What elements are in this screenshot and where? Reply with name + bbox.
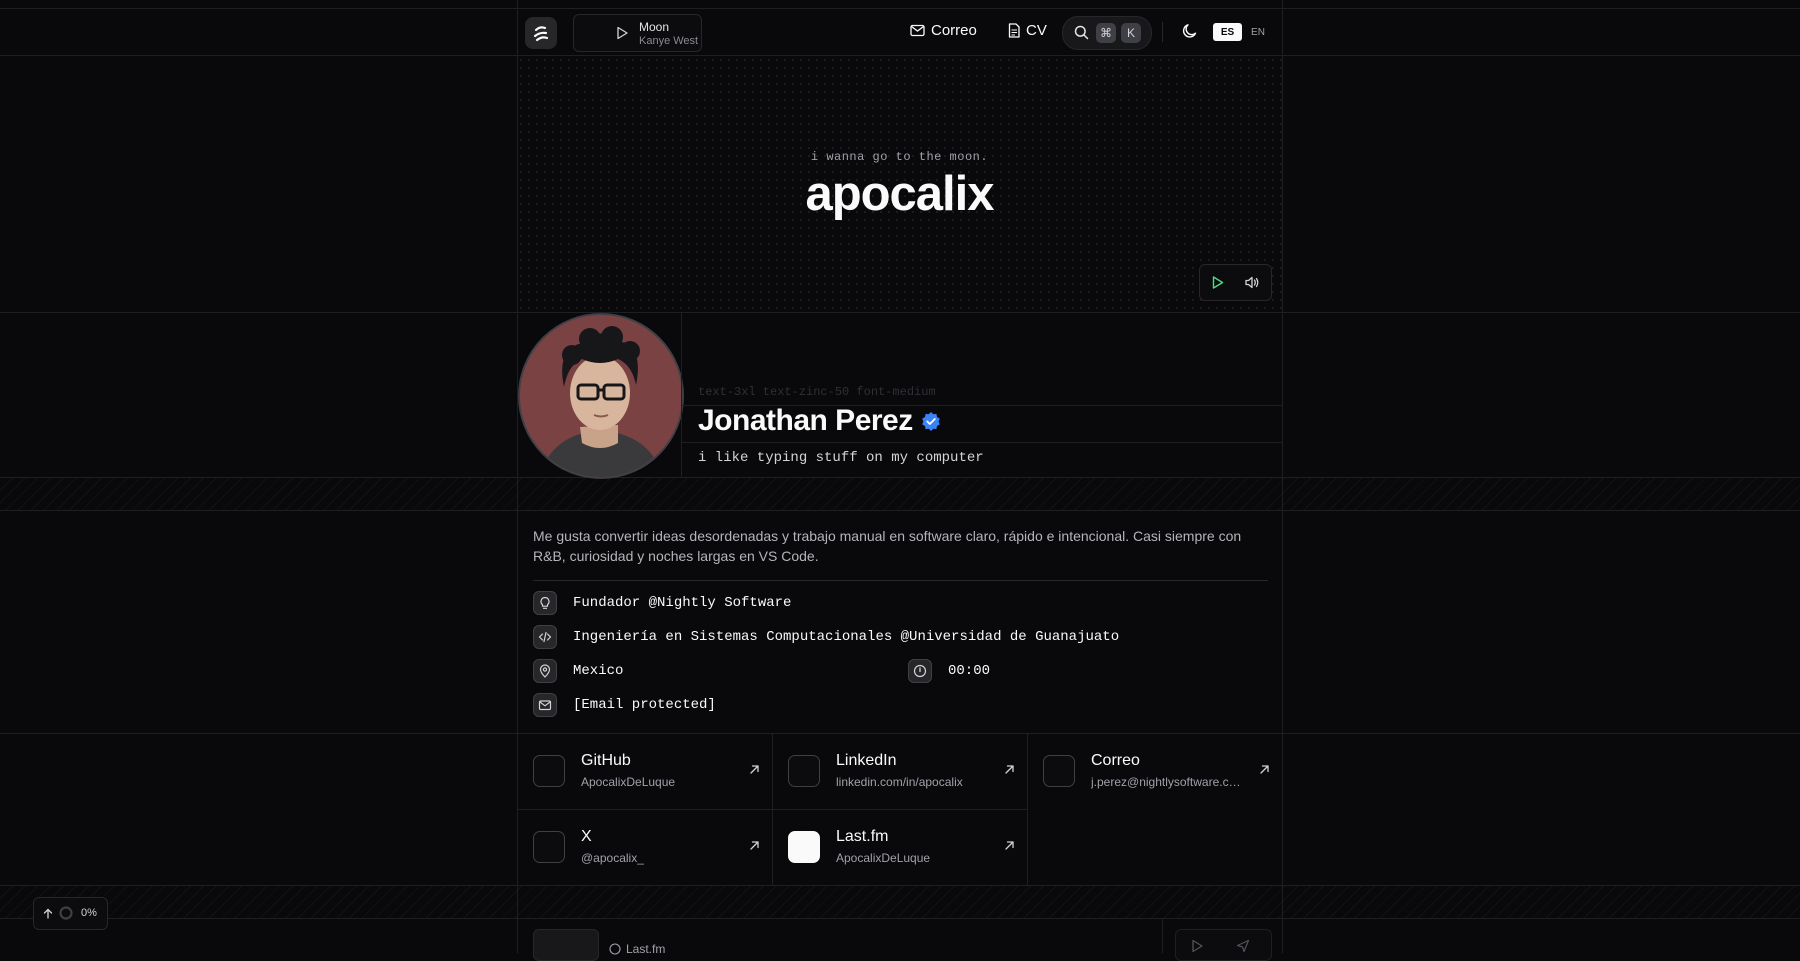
profile-avatar bbox=[518, 313, 684, 479]
profile-name: Jonathan Perez bbox=[698, 404, 913, 437]
social-subtitle: @apocalix_ bbox=[581, 851, 644, 865]
progress-ring-icon bbox=[59, 906, 73, 920]
avatar-illustration bbox=[520, 315, 682, 477]
github-icon bbox=[533, 755, 565, 787]
lastfm-icon bbox=[788, 831, 820, 863]
class-hint: text-3xl text-zinc-50 font-medium bbox=[698, 385, 936, 399]
profile-name-row: Jonathan Perez bbox=[698, 404, 941, 438]
code-icon bbox=[538, 631, 552, 643]
social-title: Correo bbox=[1091, 752, 1140, 769]
profile-short-bio: i like typing stuff on my computer bbox=[698, 450, 984, 466]
nav-cv-label: CV bbox=[1026, 22, 1047, 39]
hero-title: apocalix bbox=[805, 167, 994, 221]
lastfm-album-thumb bbox=[533, 929, 599, 961]
social-title: Last.fm bbox=[836, 828, 889, 845]
lastfm-label-text: Last.fm bbox=[626, 942, 666, 956]
footer-top-rule bbox=[0, 918, 1800, 919]
x-icon bbox=[533, 831, 565, 863]
play-icon[interactable] bbox=[1190, 939, 1204, 953]
social-subtitle: linkedin.com/in/apocalix bbox=[836, 775, 963, 789]
info-education-text: Ingeniería en Sistemas Computacionales @… bbox=[573, 629, 1120, 645]
mail-icon bbox=[1043, 755, 1075, 787]
arrow-up-right-icon bbox=[750, 765, 759, 774]
nav-mail-label: Correo bbox=[931, 22, 977, 39]
social-title: X bbox=[581, 828, 592, 845]
about-paragraph: Me gusta convertir ideas desordenadas y … bbox=[533, 528, 1242, 564]
footer-media-controls bbox=[1175, 929, 1272, 961]
social-title: LinkedIn bbox=[836, 752, 897, 769]
social-title: GitHub bbox=[581, 752, 631, 769]
now-playing-track: Moon bbox=[639, 20, 670, 34]
profile-divider bbox=[681, 312, 682, 477]
hero-media-controls bbox=[1199, 264, 1272, 301]
about-rule bbox=[533, 580, 1268, 581]
top-rule bbox=[0, 8, 1800, 9]
search-button[interactable]: ⌘ K bbox=[1062, 16, 1152, 50]
lastfm-section-label: Last.fm bbox=[609, 942, 665, 956]
linkedin-icon bbox=[788, 755, 820, 787]
social-card-x[interactable]: X @apocalix_ bbox=[517, 809, 772, 885]
lang-en-button[interactable]: EN bbox=[1248, 23, 1268, 41]
logo-icon bbox=[533, 26, 549, 42]
scroll-to-top-button[interactable]: 0% bbox=[33, 897, 108, 930]
info-location-text: Mexico bbox=[573, 663, 624, 679]
search-icon bbox=[1074, 25, 1089, 40]
send-icon[interactable] bbox=[1236, 939, 1250, 953]
site-logo[interactable] bbox=[525, 17, 557, 49]
hatch-divider-bottom bbox=[0, 885, 1800, 918]
info-email-text: [Email protected] bbox=[573, 697, 716, 713]
info-education: Ingeniería en Sistemas Computacionales @… bbox=[533, 624, 1119, 650]
lastfm-icon bbox=[609, 943, 621, 955]
hatch-divider bbox=[0, 477, 1800, 510]
social-card-github[interactable]: GitHub ApocalixDeLuque bbox=[517, 733, 772, 809]
lang-es-button[interactable]: ES bbox=[1213, 23, 1242, 41]
name-bottom-rule bbox=[682, 442, 1282, 443]
now-playing-artist: Kanye West bbox=[639, 35, 699, 47]
social-card-lastfm[interactable]: Last.fm ApocalixDeLuque bbox=[772, 809, 1027, 885]
now-playing-chip[interactable]: Moon Kanye West bbox=[573, 14, 702, 52]
info-email[interactable]: [Email protected] bbox=[533, 692, 716, 718]
social-subtitle: j.perez@nightlysoftware.com bbox=[1091, 775, 1241, 789]
footer-divider bbox=[1162, 918, 1163, 953]
verified-badge-icon bbox=[921, 412, 940, 431]
nav-cv-link[interactable]: CV bbox=[1008, 22, 1047, 39]
info-role-text: Fundador @Nightly Software bbox=[573, 595, 792, 611]
volume-icon[interactable] bbox=[1244, 275, 1260, 290]
profile-bottom-rule bbox=[0, 477, 1800, 478]
arrow-up-right-icon bbox=[750, 841, 759, 850]
social-bottom-rule bbox=[0, 885, 1800, 886]
info-location: Mexico bbox=[533, 658, 623, 684]
play-icon[interactable] bbox=[1210, 275, 1225, 290]
social-subtitle: ApocalixDeLuque bbox=[581, 775, 676, 789]
social-subtitle: ApocalixDeLuque bbox=[836, 851, 931, 865]
play-icon bbox=[617, 26, 628, 40]
hero-bottom-rule bbox=[0, 312, 1800, 313]
about-top-rule bbox=[0, 510, 1800, 511]
arrow-up-right-icon bbox=[1005, 841, 1014, 850]
clock-icon bbox=[913, 664, 927, 678]
info-time-text: 00:00 bbox=[948, 663, 991, 679]
document-icon bbox=[1008, 23, 1020, 38]
social-card-linkedin[interactable]: LinkedIn linkedin.com/in/apocalix bbox=[772, 733, 1027, 809]
kbd-command: ⌘ bbox=[1096, 23, 1116, 43]
hero-tagline: i wanna go to the moon. bbox=[810, 150, 989, 164]
map-pin-icon bbox=[539, 664, 551, 678]
arrow-up-right-icon bbox=[1005, 765, 1014, 774]
content-right-rule bbox=[1282, 0, 1283, 953]
arrow-up-icon bbox=[43, 908, 53, 919]
social-card-correo[interactable]: Correo j.perez@nightlysoftware.com bbox=[1027, 733, 1282, 809]
scroll-progress: 0% bbox=[81, 907, 97, 919]
mail-icon bbox=[538, 700, 552, 711]
lightbulb-icon bbox=[540, 596, 550, 609]
kbd-k: K bbox=[1121, 23, 1141, 43]
nav-mail-link[interactable]: Correo bbox=[910, 22, 977, 39]
mail-icon bbox=[910, 24, 925, 37]
info-role: Fundador @Nightly Software bbox=[533, 590, 791, 616]
nav-separator bbox=[1162, 22, 1163, 42]
arrow-up-right-icon bbox=[1260, 765, 1269, 774]
moon-icon[interactable] bbox=[1181, 22, 1199, 40]
info-time: 00:00 bbox=[908, 658, 990, 684]
